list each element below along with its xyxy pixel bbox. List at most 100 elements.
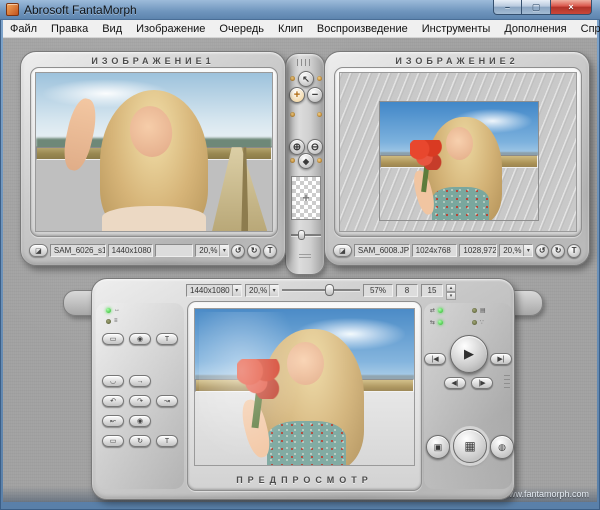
delete-dot-button[interactable]: − bbox=[307, 87, 323, 103]
zoom-value: 20,% bbox=[199, 246, 217, 255]
play-button[interactable]: ▶ bbox=[450, 335, 488, 373]
tool-icon: ↝ bbox=[164, 398, 170, 405]
slider-thumb[interactable] bbox=[325, 284, 334, 296]
spinner-up-icon[interactable]: ▴ bbox=[446, 284, 456, 292]
led-indicator bbox=[438, 308, 443, 313]
slider-track bbox=[282, 289, 360, 291]
image1-screen-bezel bbox=[30, 67, 278, 237]
step-forward-button[interactable]: |▶ bbox=[471, 377, 493, 389]
move-dot-both-button[interactable]: ↝ bbox=[156, 395, 178, 407]
menu-item-image[interactable]: Изображение bbox=[129, 23, 212, 35]
led-indicator bbox=[106, 319, 111, 324]
spinner-down-icon[interactable]: ▾ bbox=[446, 292, 456, 300]
image1-photo-content bbox=[36, 73, 272, 231]
maximize-button[interactable]: ▢ bbox=[522, 0, 550, 15]
led-indicator bbox=[290, 112, 295, 117]
show-dots-button[interactable]: ▭ bbox=[102, 333, 124, 345]
step-forward-icon: |▶ bbox=[478, 380, 485, 387]
title-bar[interactable]: Abrosoft FantaMorph – ▢ × bbox=[0, 0, 600, 20]
menu-item-sequence[interactable]: Очередь bbox=[212, 23, 271, 35]
preview-photo[interactable] bbox=[194, 308, 415, 466]
led-indicator bbox=[317, 158, 322, 163]
plus-icon: + bbox=[294, 89, 300, 101]
image1-size-field: 1440x1080 bbox=[108, 244, 154, 257]
pan-tool-button[interactable]: ◆ bbox=[298, 153, 314, 169]
close-button[interactable]: × bbox=[550, 0, 592, 15]
menu-item-edit[interactable]: Правка bbox=[44, 23, 95, 35]
morph-ghost-overlay bbox=[199, 312, 300, 459]
tool-remote: ↖ + − ⊕ ⊖ ◆ + bbox=[285, 53, 325, 275]
minimize-icon: – bbox=[505, 2, 510, 12]
tool-icon: ↶ bbox=[110, 398, 116, 405]
image2-source-button[interactable]: ◪ bbox=[333, 244, 352, 257]
frames-spinner[interactable]: ▴ ▾ bbox=[446, 284, 456, 297]
preview-resolution-select[interactable]: 1440x1080 ▾ bbox=[186, 284, 242, 297]
image2-filename-field: SAM_6008.JPG bbox=[354, 244, 410, 257]
export-movie-button[interactable]: ▦ bbox=[453, 429, 487, 463]
image2-rotate-left-button[interactable]: ↺ bbox=[535, 244, 549, 258]
slider-thumb[interactable] bbox=[298, 230, 305, 240]
image1-zoom-select[interactable]: 20,% ▾ bbox=[195, 244, 229, 257]
current-frame-field[interactable]: 8 bbox=[396, 284, 418, 297]
menu-item-file[interactable]: Файл bbox=[3, 23, 44, 35]
cursor-tool-button[interactable]: ↖ bbox=[298, 71, 314, 87]
hand-tool-button[interactable]: ◍ bbox=[490, 435, 514, 459]
edit-keypad: ↔ ≡ ▭ ◉ T ◡ → ↶ ↷ ↝ bbox=[96, 303, 184, 489]
morph-position-slider[interactable] bbox=[282, 284, 360, 296]
skip-to-end-button[interactable]: ▶| bbox=[490, 353, 512, 365]
zoom-value: 20,% bbox=[503, 246, 521, 255]
flatten-button[interactable]: ▭ bbox=[102, 435, 124, 447]
preview-zoom-select[interactable]: 20,% ▾ bbox=[245, 284, 279, 297]
move-dot-left-button[interactable]: ↶ bbox=[102, 395, 124, 407]
snapshot-button[interactable]: ▣ bbox=[426, 435, 450, 459]
image2-zoom-select[interactable]: 20,% ▾ bbox=[499, 244, 533, 257]
led-row: ⇆ bbox=[430, 319, 443, 326]
crosshair-icon: + bbox=[302, 191, 309, 205]
menu-item-tools[interactable]: Инструменты bbox=[415, 23, 498, 35]
curve-tool-button[interactable]: ◡ bbox=[102, 375, 124, 387]
tool-icon: T bbox=[165, 336, 169, 343]
resolution-value: 1440x1080 bbox=[190, 286, 230, 295]
image1-photo[interactable] bbox=[35, 72, 273, 232]
led-row: ↔ bbox=[106, 307, 120, 313]
remote-slider[interactable] bbox=[291, 230, 321, 240]
tool-icon: ▭ bbox=[110, 336, 117, 343]
next-dot-button[interactable]: → bbox=[129, 375, 151, 387]
minimize-button[interactable]: – bbox=[493, 0, 522, 15]
website-link[interactable]: www.fantamorph.com bbox=[502, 489, 589, 499]
image1-rotate-left-button[interactable]: ↺ bbox=[231, 244, 245, 258]
image2-text-tool-button[interactable]: T bbox=[567, 244, 581, 258]
menu-item-view[interactable]: Вид bbox=[95, 23, 129, 35]
zoom-out-button[interactable]: ⊖ bbox=[307, 139, 323, 155]
led-indicator bbox=[472, 320, 477, 325]
image1-coords-field bbox=[155, 244, 193, 257]
image1-source-button[interactable]: ◪ bbox=[29, 244, 48, 257]
image1-rotate-right-button[interactable]: ↻ bbox=[247, 244, 261, 258]
workspace: ↖ + − ⊕ ⊖ ◆ + ИЗОБРАЖЕНИЕ1 bbox=[3, 38, 597, 502]
image1-text-tool-button[interactable]: T bbox=[263, 244, 277, 258]
add-dot-button[interactable]: + bbox=[289, 87, 305, 103]
show-preview-dot-button[interactable]: ◉ bbox=[129, 333, 151, 345]
menu-item-help[interactable]: Справка bbox=[574, 23, 600, 35]
move-dot-right-button[interactable]: ↷ bbox=[129, 395, 151, 407]
led-icon: ↔ bbox=[114, 307, 120, 313]
image2-photo[interactable] bbox=[339, 72, 577, 232]
transparency-navigator[interactable]: + bbox=[291, 176, 321, 220]
image2-statusbar: ◪ SAM_6008.JPG 1024x768 1028,972 20,% ▾ … bbox=[333, 242, 581, 259]
led-row: ≡ bbox=[106, 318, 118, 324]
image2-rotate-right-button[interactable]: ↻ bbox=[551, 244, 565, 258]
skip-to-start-button[interactable]: |◀ bbox=[424, 353, 446, 365]
menu-item-clip[interactable]: Клип bbox=[271, 23, 310, 35]
text-overlay-button[interactable]: T bbox=[156, 435, 178, 447]
swap-dots-button[interactable]: ↜ bbox=[102, 415, 124, 427]
menu-item-playback[interactable]: Воспроизведение bbox=[310, 23, 415, 35]
tool-icon: ↜ bbox=[110, 418, 116, 425]
step-back-button[interactable]: ◀| bbox=[444, 377, 466, 389]
reset-button[interactable]: ↻ bbox=[129, 435, 151, 447]
total-frames-field[interactable]: 15 bbox=[421, 284, 443, 297]
highlight-dot-button[interactable]: ◉ bbox=[129, 415, 151, 427]
skip-start-icon: |◀ bbox=[431, 356, 438, 363]
show-labels-button[interactable]: T bbox=[156, 333, 178, 345]
menu-item-addons[interactable]: Дополнения bbox=[497, 23, 573, 35]
drawer-handle-icon[interactable] bbox=[299, 254, 311, 260]
